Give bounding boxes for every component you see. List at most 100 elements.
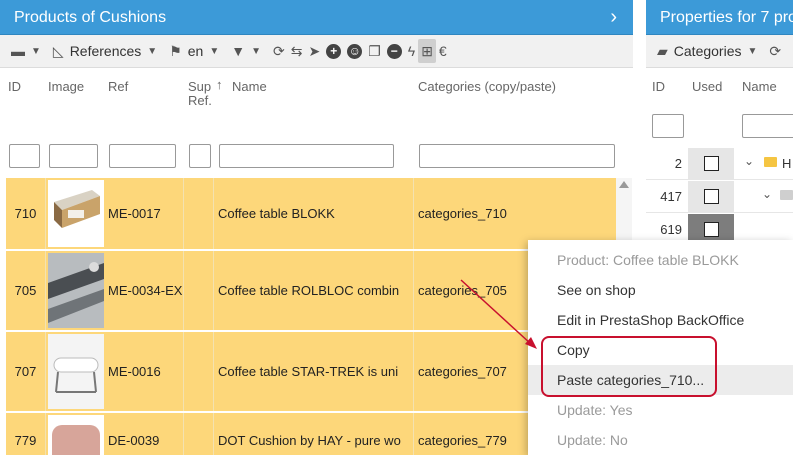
menu-item-update-yes: Update: Yes	[557, 402, 633, 418]
filter-categories-input[interactable]	[419, 144, 615, 168]
caret-down-icon: ▼	[147, 45, 158, 57]
cushion-image	[48, 415, 104, 455]
chevron-right-icon[interactable]: ›	[610, 0, 617, 35]
categories-menu-button[interactable]: ▰ Categories ▼	[654, 39, 766, 63]
cursor-icon: ➤	[308, 42, 321, 59]
table-row[interactable]: 707 ME-0016 Coffee table STAR-TREK is un…	[6, 332, 616, 412]
add-button[interactable]: +	[323, 39, 344, 63]
used-checkbox[interactable]	[704, 156, 719, 171]
caret-down-icon: ▼	[251, 45, 261, 57]
cell-id: 2	[674, 156, 682, 171]
column-header-image[interactable]: Image	[48, 70, 104, 142]
table-row[interactable]: 779 DE-0039 DOT Cushion by HAY - pure wo…	[6, 413, 616, 455]
cell-sup-ref	[184, 413, 214, 455]
column-header-id-label: ID	[8, 79, 21, 94]
cell-ref: ME-0017	[104, 178, 184, 249]
sync-button[interactable]: ⇆	[288, 39, 306, 63]
prestashop-button[interactable]: ☺	[344, 39, 365, 63]
column-header-categories[interactable]: Categories (copy/paste)	[418, 70, 618, 142]
duplicate-button[interactable]: ❐	[365, 39, 384, 63]
table-row[interactable]: 2 ⌄ H	[646, 148, 793, 180]
properties-panel-header: Properties for 7 pro	[646, 0, 793, 35]
coffee-table-image	[48, 253, 104, 328]
coffee-table-image	[54, 190, 100, 228]
cell-categories: categories_710	[418, 206, 507, 221]
quick-action-button[interactable]: ϟ	[405, 39, 418, 63]
add-folder-button[interactable]: ⊞	[418, 39, 436, 63]
used-checkbox[interactable]	[704, 222, 719, 237]
sync-icon: ⇆	[290, 42, 303, 59]
cell-id: 710	[6, 178, 46, 249]
scroll-up-icon[interactable]	[619, 181, 629, 188]
column-header-id-label: ID	[652, 79, 665, 94]
cell-name: H	[782, 156, 792, 171]
caret-down-icon: ▼	[31, 45, 41, 57]
cell-name: Coffee table ROLBLOC combin	[214, 251, 414, 330]
filter-image-input[interactable]	[49, 144, 98, 168]
column-header-ref[interactable]: Ref	[108, 70, 184, 142]
chart-area-icon: ◺	[52, 42, 64, 59]
cell-id: 707	[6, 332, 46, 411]
refresh-icon: ⟳	[769, 42, 782, 59]
column-header-id[interactable]: ID	[8, 70, 46, 142]
cell-sup-ref	[184, 178, 214, 249]
refresh-button[interactable]: ⟳	[270, 39, 288, 63]
menu-item-edit-backoffice[interactable]: Edit in PrestaShop BackOffice	[528, 305, 793, 335]
folder-icon	[780, 190, 793, 200]
filter-menu-button[interactable]: ▼ ▼	[228, 39, 270, 63]
cell-ref: ME-0034-EX	[104, 251, 184, 330]
column-header-used[interactable]: Used	[692, 70, 732, 142]
menu-item-update-no: Update: No	[557, 432, 628, 448]
column-header-name[interactable]: ↑ Name	[216, 70, 412, 142]
cell-id: 779	[6, 413, 46, 455]
cell-ref: DE-0039	[104, 413, 184, 455]
filter-id-input[interactable]	[652, 114, 684, 138]
table-row[interactable]: 705 ME-0034-EX Coffee table ROLBLOC comb…	[6, 251, 616, 331]
product-thumbnail	[48, 415, 104, 455]
product-thumbnail	[48, 180, 104, 247]
cell-id: 417	[660, 189, 682, 204]
menu-item-product-title: Product: Coffee table BLOKK	[557, 252, 739, 268]
filter-icon: ▼	[231, 43, 246, 59]
minus-circle-icon: −	[386, 43, 402, 59]
used-checkbox[interactable]	[704, 189, 719, 204]
filter-id-input[interactable]	[9, 144, 40, 168]
copy-icon: ❐	[368, 42, 381, 59]
remove-button[interactable]: −	[384, 39, 405, 63]
annotation-highlight-box	[541, 336, 717, 397]
plus-circle-icon: +	[326, 43, 342, 59]
filter-sup-ref-input[interactable]	[189, 144, 211, 168]
table-row[interactable]: 710 ME-0017 Coffee table BLOKK categorie…	[6, 178, 616, 250]
column-header-image-label: Image	[48, 79, 85, 94]
product-thumbnail	[48, 334, 104, 409]
expand-chevron-icon[interactable]: ⌄	[762, 187, 772, 201]
caret-down-icon: ▼	[209, 45, 220, 57]
references-label: References	[69, 43, 142, 59]
products-toolbar: ▬ ▼ ◺ References ▼ ⚑ en ▼ ▼ ▼ ⟳ ⇆ ➤ + ☺ ❐ …	[0, 35, 633, 68]
language-menu-button[interactable]: ⚑ en ▼	[166, 39, 228, 63]
menu-item-see-on-shop[interactable]: See on shop	[528, 275, 793, 305]
column-header-categories-label: Categories (copy/paste)	[418, 79, 557, 94]
currency-button[interactable]: €	[436, 39, 450, 63]
filter-ref-input[interactable]	[109, 144, 176, 168]
column-header-ref-label: Ref	[108, 79, 129, 94]
column-header-name-label: Name	[742, 79, 777, 94]
cell-id: 705	[6, 251, 46, 330]
filter-name-input[interactable]	[219, 144, 394, 168]
column-header-sup-ref[interactable]: Sup Ref.	[188, 70, 216, 142]
euro-icon: €	[438, 43, 447, 59]
categories-label: Categories	[673, 43, 742, 59]
table-row[interactable]: 417 ⌄	[646, 181, 793, 213]
refresh-button[interactable]: ⟳	[766, 39, 784, 63]
filter-name-input[interactable]	[742, 114, 793, 138]
expand-chevron-icon[interactable]: ⌄	[744, 154, 754, 168]
references-menu-button[interactable]: ◺ References ▼	[50, 39, 166, 63]
products-panel-title: Products of Cushions	[14, 9, 167, 26]
flag-icon: ⚑	[169, 42, 182, 59]
properties-panel-title: Properties for 7 pro	[660, 9, 793, 26]
product-thumbnail	[48, 253, 104, 328]
cell-ref: ME-0016	[104, 332, 184, 411]
view-menu-button[interactable]: ▬ ▼	[8, 39, 50, 63]
select-button[interactable]: ➤	[305, 39, 323, 63]
cell-name: Coffee table BLOKK	[214, 178, 414, 249]
